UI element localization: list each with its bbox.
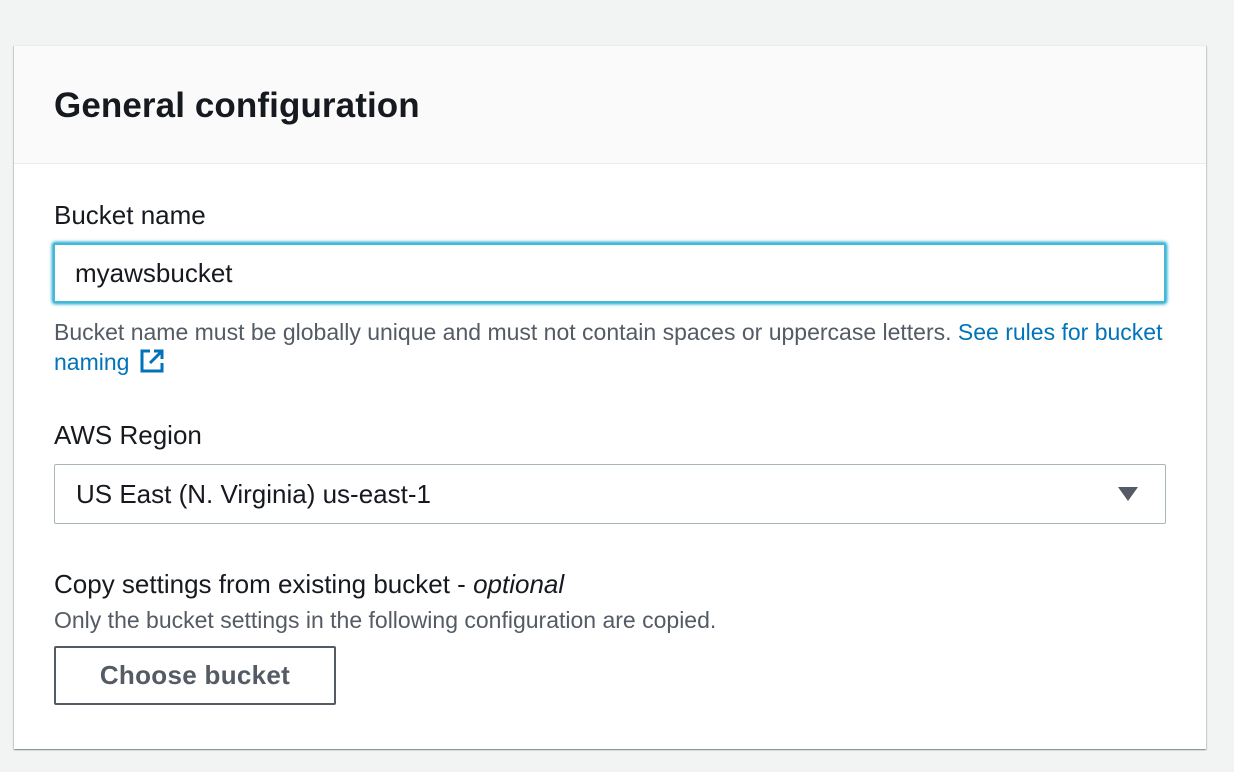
general-configuration-panel: General configuration Bucket name Bucket… bbox=[14, 45, 1206, 749]
caret-down-icon bbox=[1118, 487, 1138, 501]
panel-header: General configuration bbox=[14, 46, 1206, 164]
copy-settings-label-text: Copy settings from existing bucket - bbox=[54, 569, 474, 599]
bucket-name-input[interactable] bbox=[53, 243, 1166, 303]
bucket-name-hint: Bucket name must be globally unique and … bbox=[54, 317, 1164, 377]
optional-label: optional bbox=[473, 569, 565, 599]
copy-settings-hint: Only the bucket settings in the followin… bbox=[54, 607, 717, 633]
choose-bucket-button[interactable]: Choose bucket bbox=[54, 646, 336, 705]
bucket-name-label: Bucket name bbox=[54, 200, 206, 230]
copy-settings-label: Copy settings from existing bucket - opt… bbox=[54, 569, 564, 600]
panel-title: General configuration bbox=[54, 85, 420, 125]
aws-region-selected-value: US East (N. Virginia) us-east-1 bbox=[76, 478, 431, 509]
aws-region-label: AWS Region bbox=[54, 420, 202, 450]
aws-region-select[interactable]: US East (N. Virginia) us-east-1 bbox=[54, 464, 1166, 524]
bucket-name-hint-text: Bucket name must be globally unique and … bbox=[54, 319, 958, 345]
external-link-icon bbox=[140, 349, 164, 373]
